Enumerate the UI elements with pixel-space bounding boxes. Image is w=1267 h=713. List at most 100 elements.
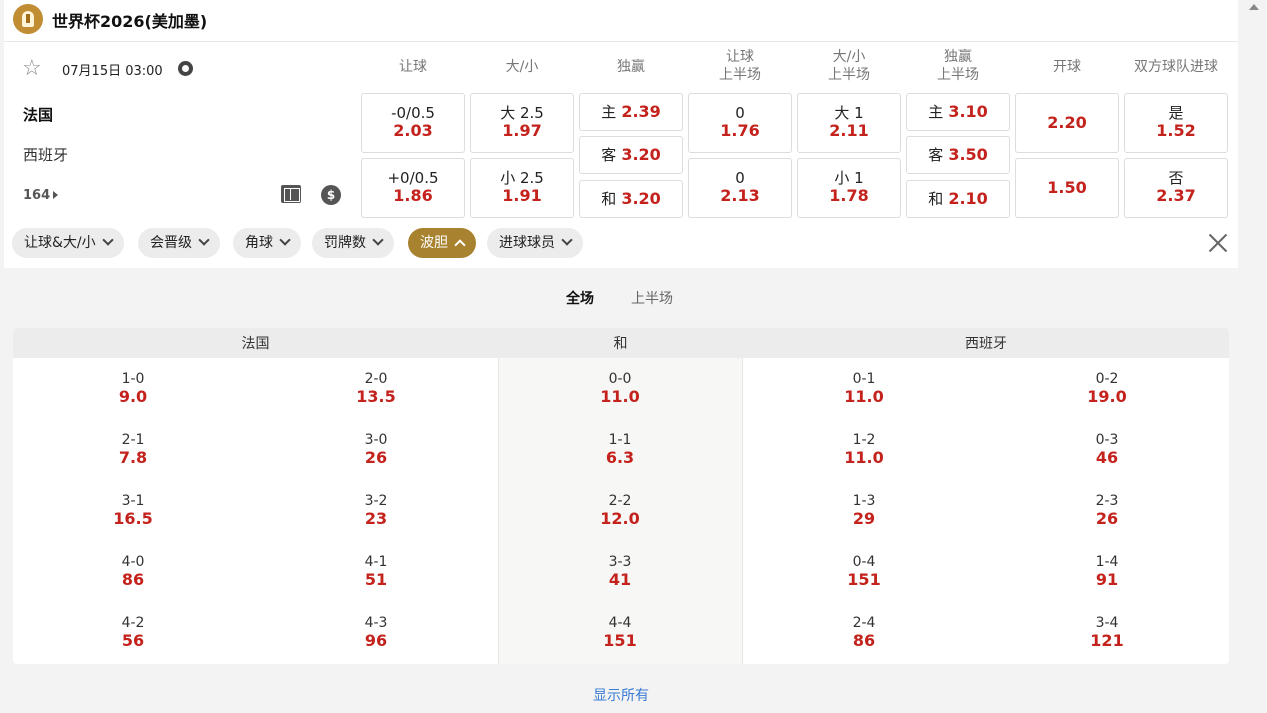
score-label: 0-0 — [608, 371, 632, 387]
tab-full-time[interactable]: 全场 — [566, 288, 594, 308]
score-cell[interactable]: 3-2 23 — [256, 492, 496, 528]
score-cell[interactable]: 0-1 11.0 — [744, 370, 984, 406]
filter-cards[interactable]: 罚牌数 — [312, 228, 394, 258]
show-all-link[interactable]: 显示所有 — [4, 685, 1238, 705]
odds-handicap-half-home[interactable]: 0 1.76 — [688, 93, 792, 153]
score-cell[interactable]: 2-2 12.0 — [500, 492, 740, 528]
clock-icon — [178, 61, 193, 76]
away-team: 西班牙 — [23, 146, 69, 164]
odds-value: 3.20 — [621, 189, 661, 208]
score-cell[interactable]: 4-1 51 — [256, 553, 496, 589]
odds-moneyline-away[interactable]: 客 3.20 — [579, 136, 683, 174]
odds-over[interactable]: 大 2.5 1.97 — [470, 93, 574, 153]
score-cell[interactable]: 1-1 6.3 — [500, 431, 740, 467]
score-odds: 6.3 — [605, 448, 635, 467]
score-cell[interactable]: 2-0 13.5 — [256, 370, 496, 406]
col-header-line2: 上半场 — [828, 67, 870, 83]
score-cell[interactable]: 3-4 121 — [987, 614, 1227, 650]
odds-label: 和 — [928, 190, 944, 208]
odds-under[interactable]: 小 2.5 1.91 — [470, 158, 574, 218]
odds-handicap-away[interactable]: +0/0.5 1.86 — [361, 158, 465, 218]
score-odds: 86 — [121, 570, 145, 589]
chevron-up-icon — [454, 239, 466, 251]
group-header-home: 法国 — [13, 328, 498, 358]
trophy-logo-icon — [13, 4, 43, 34]
score-cell[interactable]: 1-3 29 — [744, 492, 984, 528]
odds-handicap-half-away[interactable]: 0 2.13 — [688, 158, 792, 218]
filter-label: 波胆 — [420, 235, 448, 251]
filter-handicap-ou[interactable]: 让球&大/小 — [12, 228, 124, 258]
filter-to-qualify[interactable]: 会晋级 — [138, 228, 220, 258]
odds-value: 2.20 — [1047, 113, 1087, 132]
filter-corners[interactable]: 角球 — [233, 228, 301, 258]
tab-first-half[interactable]: 上半场 — [631, 288, 673, 308]
col-header-btts: 双方球队进球 — [1134, 59, 1218, 75]
filter-label: 让球&大/小 — [24, 235, 96, 251]
odds-moneyline-half-draw[interactable]: 和 2.10 — [906, 180, 1010, 218]
filter-label: 会晋级 — [150, 235, 192, 251]
score-cell[interactable]: 1-0 9.0 — [13, 370, 253, 406]
score-label: 3-2 — [364, 493, 388, 509]
score-odds: 56 — [121, 631, 145, 650]
scrollbar[interactable] — [1241, 0, 1267, 713]
score-odds: 91 — [1095, 570, 1119, 589]
score-cell[interactable]: 4-4 151 — [500, 614, 740, 650]
odds-kickoff-away[interactable]: 1.50 — [1015, 158, 1119, 218]
score-cell[interactable]: 3-0 26 — [256, 431, 496, 467]
score-cell[interactable]: 1-2 11.0 — [744, 431, 984, 467]
odds-moneyline-half-away[interactable]: 客 3.50 — [906, 136, 1010, 174]
score-cell[interactable]: 0-4 151 — [744, 553, 984, 589]
score-cell[interactable]: 3-3 41 — [500, 553, 740, 589]
odds-under-half[interactable]: 小 1 1.78 — [797, 158, 901, 218]
score-label: 4-1 — [364, 554, 388, 570]
league-title: 世界杯2026(美加墨) — [52, 12, 208, 31]
col-header-moneyline-half: 独赢 上半场 — [906, 48, 1010, 84]
score-cell[interactable]: 2-3 26 — [987, 492, 1227, 528]
odds-value: 1.76 — [720, 121, 760, 140]
score-cell[interactable]: 2-1 7.8 — [13, 431, 253, 467]
score-cell[interactable]: 3-1 16.5 — [13, 492, 253, 528]
col-header-over-under: 大/小 — [505, 59, 539, 75]
odds-moneyline-draw[interactable]: 和 3.20 — [579, 180, 683, 218]
chevron-down-icon — [198, 234, 210, 246]
chevron-down-icon — [372, 234, 384, 246]
score-odds: 13.5 — [356, 387, 396, 406]
odds-value: 2.13 — [720, 186, 760, 205]
odds-btts-yes[interactable]: 是 1.52 — [1124, 93, 1228, 153]
score-cell[interactable]: 4-0 86 — [13, 553, 253, 589]
score-cell[interactable]: 0-3 46 — [987, 431, 1227, 467]
odds-value: 1.86 — [393, 186, 433, 205]
score-cell[interactable]: 4-3 96 — [256, 614, 496, 650]
dollar-icon[interactable]: $ — [321, 185, 341, 205]
odds-label: 主 — [601, 103, 617, 121]
odds-label: 大 1 — [834, 104, 864, 122]
score-label: 3-4 — [1095, 615, 1119, 631]
filter-goalscorer[interactable]: 进球球员 — [487, 228, 583, 258]
pitch-icon[interactable] — [281, 185, 301, 203]
score-cell[interactable]: 0-2 19.0 — [987, 370, 1227, 406]
match-time: 07月15日 03:00 — [62, 64, 163, 79]
league-header: 世界杯2026(美加墨) — [4, 0, 1238, 42]
score-cell[interactable]: 4-2 56 — [13, 614, 253, 650]
odds-moneyline-half-home[interactable]: 主 3.10 — [906, 93, 1010, 131]
score-cell[interactable]: 1-4 91 — [987, 553, 1227, 589]
more-markets-count: 164 — [23, 188, 51, 203]
star-icon[interactable]: ☆ — [22, 58, 42, 80]
score-label: 3-3 — [608, 554, 632, 570]
odds-over-half[interactable]: 大 1 2.11 — [797, 93, 901, 153]
score-odds: 26 — [1095, 509, 1119, 528]
score-cell[interactable]: 2-4 86 — [744, 614, 984, 650]
scroll-up-arrow-icon[interactable] — [1249, 4, 1259, 10]
score-odds: 151 — [847, 570, 881, 589]
more-markets-link[interactable]: 164 — [23, 188, 59, 203]
score-cell[interactable]: 0-0 11.0 — [500, 370, 740, 406]
odds-moneyline-home[interactable]: 主 2.39 — [579, 93, 683, 131]
odds-btts-no[interactable]: 否 2.37 — [1124, 158, 1228, 218]
odds-handicap-home[interactable]: -0/0.5 2.03 — [361, 93, 465, 153]
score-odds: 46 — [1095, 448, 1119, 467]
odds-label: 0 — [735, 169, 745, 187]
close-icon[interactable] — [1204, 229, 1232, 257]
odds-kickoff-home[interactable]: 2.20 — [1015, 93, 1119, 153]
filter-correct-score[interactable]: 波胆 — [408, 228, 476, 258]
score-label: 0-4 — [852, 554, 876, 570]
